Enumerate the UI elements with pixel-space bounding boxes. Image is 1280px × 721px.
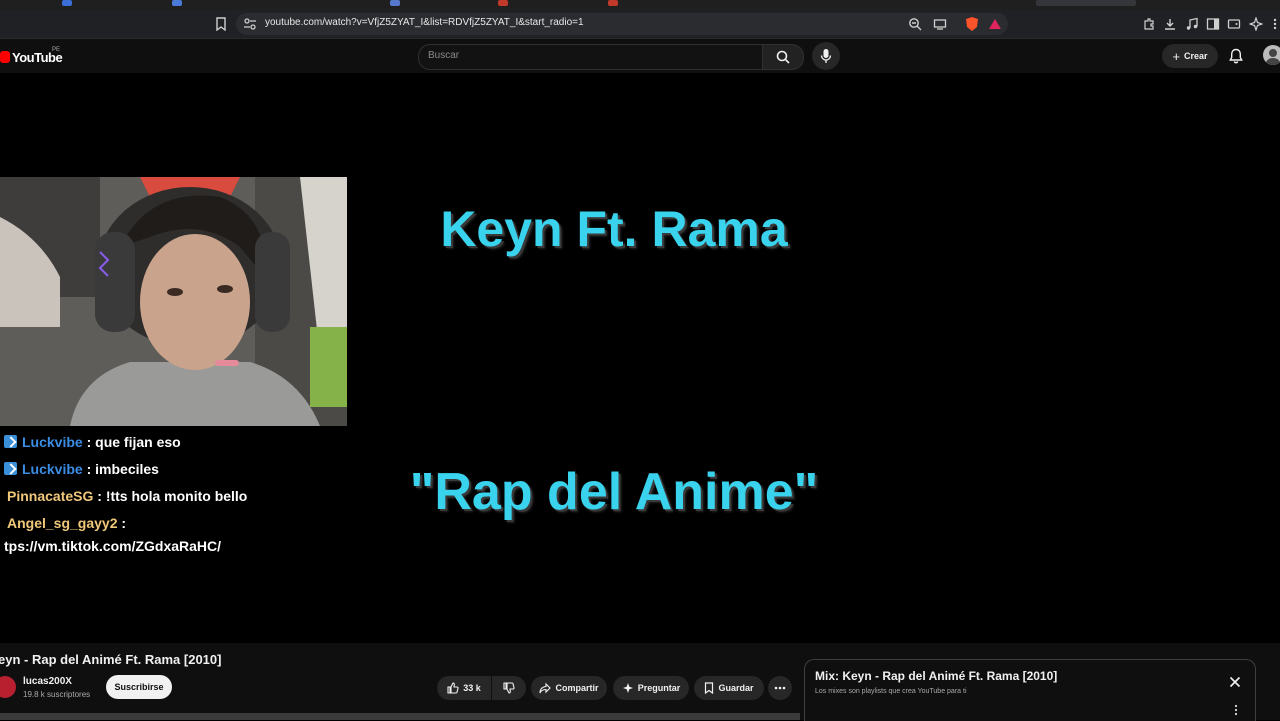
search-button[interactable]: [762, 44, 804, 70]
chat-badge-icon: [4, 435, 17, 448]
more-vertical-icon[interactable]: [1234, 704, 1238, 716]
share-button[interactable]: Compartir: [531, 676, 607, 700]
tab-favicon[interactable]: [62, 0, 72, 6]
chat-message: Angel_sg_gayy2 :: [7, 515, 126, 531]
microphone-icon: [820, 49, 832, 63]
active-tab[interactable]: [1036, 0, 1136, 6]
site-settings-icon[interactable]: [243, 17, 257, 31]
dislike-button[interactable]: [492, 676, 526, 700]
brave-shield-icon[interactable]: [965, 16, 979, 31]
subscriber-count: 19.8 k suscriptores: [23, 690, 91, 699]
ask-button[interactable]: Preguntar: [613, 676, 689, 700]
media-control-icon[interactable]: [1185, 17, 1199, 31]
chat-text: : !tts hola monito bello: [97, 488, 248, 504]
chat-text: : imbeciles: [86, 461, 159, 477]
horizontal-scrollbar[interactable]: [0, 713, 800, 720]
tab-favicon[interactable]: [172, 0, 182, 6]
like-button[interactable]: 33 k: [437, 676, 491, 700]
save-label: Guardar: [718, 683, 754, 693]
create-label: Crear: [1184, 51, 1208, 61]
mix-title[interactable]: Mix: Keyn - Rap del Animé Ft. Rama [2010…: [815, 669, 1057, 683]
bookmark-icon: [705, 682, 714, 694]
save-button[interactable]: Guardar: [694, 676, 764, 700]
chat-username: Angel_sg_gayy2: [7, 515, 118, 531]
chat-message: Luckvibe : que fijan eso: [4, 434, 181, 450]
menu-icon[interactable]: [1268, 17, 1280, 31]
search-icon: [776, 50, 790, 64]
sidebar-icon[interactable]: [1206, 17, 1220, 31]
extensions-icon[interactable]: [1142, 17, 1156, 31]
close-icon[interactable]: [1229, 676, 1241, 688]
brave-rewards-icon[interactable]: [988, 17, 1002, 31]
download-icon[interactable]: [1163, 17, 1177, 31]
browser-tab-strip[interactable]: [0, 0, 1280, 10]
address-bar: [0, 10, 1280, 39]
country-code: PE: [52, 47, 61, 53]
chat-text: : que fijan eso: [86, 434, 181, 450]
mix-subtitle: Los mixes son playlists que crea YouTube…: [815, 688, 967, 695]
zoom-icon[interactable]: [908, 17, 922, 31]
chat-text: :: [121, 515, 127, 531]
chat-message: PinnacateSG : !tts hola monito bello: [7, 488, 247, 504]
like-count: 33 k: [463, 683, 481, 693]
search-placeholder: Buscar: [428, 50, 460, 61]
chat-username: PinnacateSG: [7, 488, 94, 504]
chat-text: tps://vm.tiktok.com/ZGdxaRaHC/: [4, 538, 222, 554]
ask-label: Preguntar: [637, 683, 681, 693]
thumbs-up-icon: [447, 682, 459, 694]
sparkle-icon: [622, 683, 633, 693]
youtube-play-icon: [0, 51, 10, 63]
leo-ai-icon[interactable]: [1248, 16, 1264, 32]
url-text[interactable]: youtube.com/watch?v=VfjZ5ZYAT_I&list=RDV…: [265, 17, 584, 28]
bookmark-icon[interactable]: [214, 17, 228, 32]
more-actions-button[interactable]: [768, 676, 792, 700]
watch-video-title: eyn - Rap del Animé Ft. Rama [2010]: [0, 652, 222, 667]
search-input[interactable]: [418, 44, 763, 70]
share-label: Compartir: [555, 683, 599, 693]
notifications-bell-icon[interactable]: [1229, 48, 1243, 64]
more-horizontal-icon: [774, 686, 786, 690]
cast-icon[interactable]: [933, 17, 947, 31]
subscribe-button[interactable]: Suscribirse: [106, 675, 172, 699]
channel-name[interactable]: lucas200X: [23, 676, 72, 687]
chat-message: Luckvibe : imbeciles: [4, 461, 159, 477]
chat-username: Luckvibe: [22, 461, 83, 477]
tab-favicon[interactable]: [498, 0, 508, 6]
chat-username: Luckvibe: [22, 434, 83, 450]
plus-icon: +: [1172, 48, 1181, 64]
create-button[interactable]: + Crear: [1162, 44, 1218, 68]
account-avatar[interactable]: [1263, 45, 1280, 65]
video-title-line1: Keyn Ft. Rama: [440, 201, 788, 257]
thumbs-down-icon: [503, 682, 515, 694]
chat-badge-icon: [4, 462, 17, 475]
tab-favicon[interactable]: [390, 0, 400, 6]
voice-search-button[interactable]: [812, 42, 840, 70]
share-icon: [539, 682, 552, 694]
wallet-icon[interactable]: [1227, 17, 1241, 31]
tab-favicon[interactable]: [608, 0, 618, 6]
